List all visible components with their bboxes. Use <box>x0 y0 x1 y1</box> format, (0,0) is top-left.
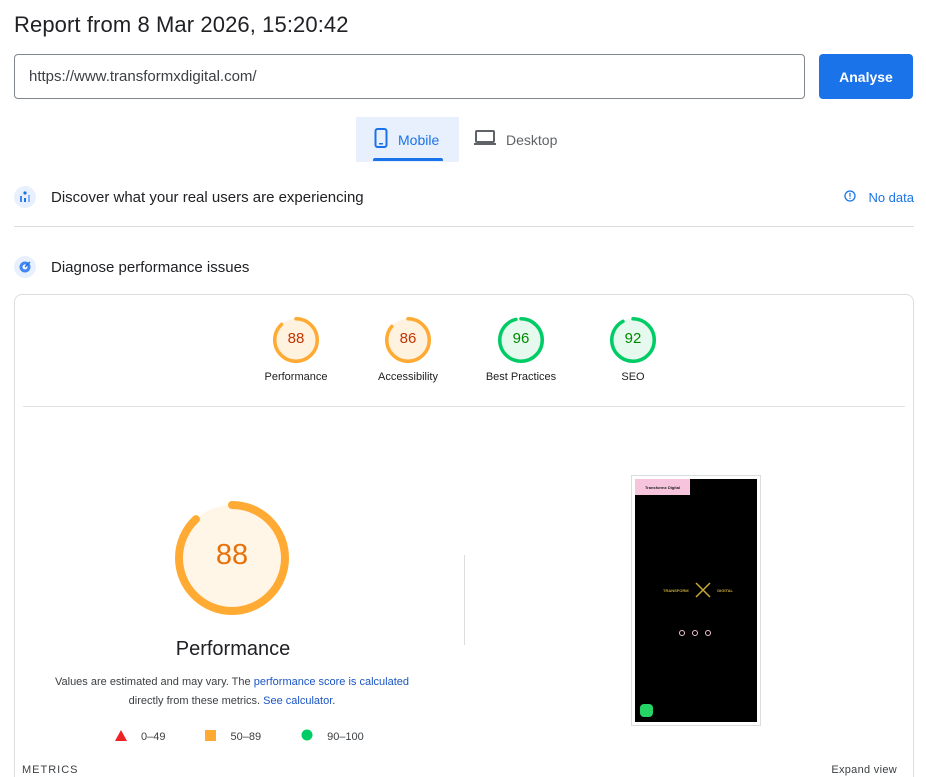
disclaimer-suffix: . <box>332 695 336 707</box>
carousel-dot <box>692 630 698 636</box>
discover-section-header[interactable]: Discover what your real users are experi… <box>14 186 914 208</box>
page-screenshot: Transformx Digital TRANSFORM DIGITAL <box>631 475 761 726</box>
metrics-heading: METRICS <box>22 764 79 776</box>
gauge-ring: 88 <box>273 317 319 363</box>
carousel-dots <box>679 630 711 636</box>
tab-mobile-label: Mobile <box>398 131 440 148</box>
score-gauge-accessibility[interactable]: 86 Accessibility <box>363 317 453 383</box>
legend-item-fail: 0–49 <box>115 729 165 744</box>
performance-disclaimer: Values are estimated and may vary. The p… <box>45 673 419 711</box>
gauge-label: SEO <box>621 371 645 383</box>
desktop-icon <box>474 130 496 149</box>
tab-mobile[interactable]: Mobile <box>356 117 459 162</box>
legend-range: 50–89 <box>230 730 262 743</box>
gauge-score: 86 <box>399 330 417 347</box>
performance-score: 88 <box>215 539 249 571</box>
score-calculated-link[interactable]: performance score is calculated <box>254 676 409 688</box>
see-calculator-link[interactable]: See calculator <box>263 695 332 707</box>
gauge-label: Accessibility <box>378 371 438 383</box>
screenshot-screen: Transformx Digital TRANSFORM DIGITAL <box>635 479 757 722</box>
url-input[interactable] <box>14 54 805 99</box>
users-chart-icon <box>14 186 36 208</box>
page-title: Report from 8 Mar 2026, 15:20:42 <box>14 12 349 37</box>
analyse-button[interactable]: Analyse <box>819 54 913 99</box>
performance-title: Performance <box>175 638 291 660</box>
square-icon <box>205 729 217 744</box>
tab-desktop-label: Desktop <box>506 131 558 148</box>
screenshot-badge: Transformx Digital <box>635 479 690 495</box>
x-logo-icon <box>695 581 711 599</box>
disclaimer-prefix: Values are estimated and may vary. The <box>54 676 254 688</box>
gauge-ring: 96 <box>498 317 544 363</box>
gauge-score: 96 <box>512 330 530 347</box>
discover-label: Discover what your real users are experi… <box>51 188 364 206</box>
tab-selected-indicator <box>373 158 443 161</box>
mobile-icon <box>374 128 388 151</box>
gauge-ring: 86 <box>385 317 431 363</box>
logo-right-text: DIGITAL <box>717 587 733 593</box>
diagnose-label: Diagnose performance issues <box>51 258 250 276</box>
score-gauge-seo[interactable]: 92 SEO <box>588 317 678 383</box>
gauge-ring: 92 <box>610 317 656 363</box>
score-legend: 0–49 50–89 90–100 <box>115 729 404 744</box>
legend-range: 90–100 <box>327 730 364 743</box>
info-icon <box>844 189 857 205</box>
legend-range: 0–49 <box>141 730 166 743</box>
performance-big-gauge: 88 <box>175 501 289 615</box>
disclaimer-middle: directly from these metrics. <box>128 695 264 707</box>
vertical-divider <box>464 555 465 645</box>
logo-left-text: TRANSFORM <box>663 587 689 593</box>
gauge-label: Best Practices <box>485 371 557 383</box>
gauge-score: 92 <box>624 330 642 347</box>
triangle-icon <box>115 729 127 744</box>
screenshot-logo: TRANSFORM DIGITAL <box>663 581 733 599</box>
section-divider <box>14 226 914 227</box>
no-data-label: No data <box>868 189 914 205</box>
gauge-label: Performance <box>264 371 328 383</box>
card-divider <box>23 406 905 407</box>
gauge-score: 88 <box>287 330 305 347</box>
no-data-status[interactable]: No data <box>844 190 914 205</box>
whatsapp-icon <box>640 704 653 717</box>
expand-view-toggle[interactable]: Expand view <box>831 764 897 776</box>
carousel-dot <box>679 630 685 636</box>
circle-icon <box>301 729 313 744</box>
score-gauge-performance[interactable]: 88 Performance <box>251 317 341 383</box>
diagnose-section-header: Diagnose performance issues <box>14 256 914 278</box>
legend-item-average: 50–89 <box>205 729 261 744</box>
tab-desktop[interactable]: Desktop <box>474 117 574 162</box>
score-gauge-best-practices[interactable]: 96 Best Practices <box>476 317 566 383</box>
report-card: 88 Performance 86 Accessibility 96 Best … <box>14 294 914 777</box>
carousel-dot <box>705 630 711 636</box>
legend-item-pass: 90–100 <box>301 729 364 744</box>
lighthouse-icon <box>14 256 36 278</box>
